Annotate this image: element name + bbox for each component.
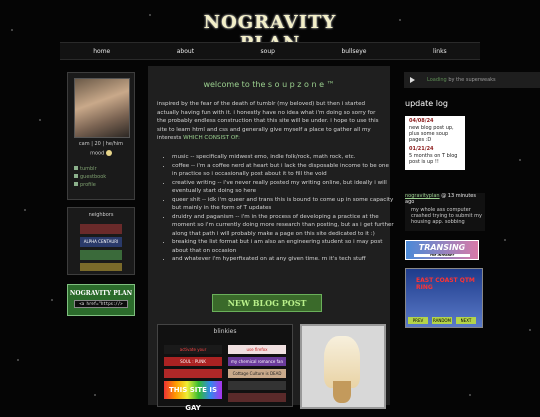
list-item: druidry and paganism -- i'm in the proce… <box>172 213 394 239</box>
webring: EAST COAST QTM RING PREV RANDOM NEXT <box>405 268 483 328</box>
intro-text: inspired by the fear of the death of tum… <box>157 101 379 141</box>
nav-soup[interactable]: soup <box>261 48 275 55</box>
profile-info: cam | 20 | he/him <box>78 141 124 147</box>
neighbor-button-2[interactable]: ALPHA CENTAURI <box>80 237 122 247</box>
guestbook-icon <box>74 174 78 178</box>
update-log-list: 04/08/24 new blog post up, plus some sou… <box>405 116 465 170</box>
status-text: my whole ass computer crashed trying to … <box>411 207 482 225</box>
profile-icon <box>74 182 78 186</box>
nav-about[interactable]: about <box>177 48 194 55</box>
track-info: Loading by the superweaks <box>427 77 496 83</box>
blinkie <box>164 369 222 378</box>
nav-links[interactable]: links <box>433 48 447 55</box>
list-item: music -- specifically midwest emo, indie… <box>172 153 394 162</box>
blinkie: activate your <box>164 345 222 354</box>
webring-prev-button[interactable]: PREV <box>408 317 428 324</box>
list-item: queer shit -- idk i'm queer and trans th… <box>172 196 394 213</box>
music-player: Loading by the superweaks <box>404 72 540 88</box>
blinkie: SOUL : PUNK <box>164 357 222 366</box>
transing-title: TRANSING <box>418 243 466 252</box>
status-cafe: nogravityplan @ 13 minutes ago my whole … <box>405 193 485 231</box>
tumblr-icon <box>74 166 78 170</box>
track-artist: by the superweaks <box>448 77 496 83</box>
profile-card: cam | 20 | he/him mood tumblr guestbook … <box>67 72 135 200</box>
mood-face-icon <box>105 150 112 156</box>
blinkie: Cottage Culture is DEAD <box>228 369 286 378</box>
profile-links: tumblr guestbook profile <box>74 165 106 189</box>
track-status: Loading <box>427 77 447 83</box>
update-date: 04/08/24 <box>409 118 434 124</box>
play-icon[interactable] <box>410 77 415 83</box>
welcome-heading: welcome to the s o u p z o n e ™ <box>203 80 335 89</box>
status-header: nogravityplan @ 13 minutes ago <box>405 193 485 205</box>
blinkie <box>228 393 286 402</box>
blinkie: THIS SITE IS GAY <box>164 381 222 412</box>
link-tumblr[interactable]: tumblr <box>74 165 106 173</box>
transing-button[interactable]: TRANSING THE INTERNET <box>405 240 479 260</box>
site-logo: NOGRAVITY PLAN <box>203 12 337 54</box>
blinkies-box: blinkies activate your use firefox SOUL … <box>157 324 293 412</box>
site-button[interactable]: NOGRAVITY PLAN <a href="https://> <box>67 284 135 316</box>
link-profile[interactable]: profile <box>74 181 106 189</box>
webring-next-button[interactable]: NEXT <box>456 317 476 324</box>
update-date: 01/21/24 <box>409 146 434 152</box>
interests-list: music -- specifically midwest emo, indie… <box>164 153 394 264</box>
neighbor-button-4[interactable] <box>80 263 122 271</box>
mood-label: mood <box>90 150 105 157</box>
update-text: 5 months on T blog post is up !! <box>409 153 458 165</box>
neighbors-box: neighbors ALPHA CENTAURI <box>67 207 135 275</box>
tooth-image <box>300 324 386 409</box>
nav-home[interactable]: home <box>93 48 110 55</box>
list-item: and whatever i'm hyperfixated on at any … <box>172 255 394 264</box>
tooth-root <box>333 381 351 403</box>
site-button-code[interactable]: <a href="https://> <box>74 300 128 308</box>
mood-row: mood <box>68 150 134 157</box>
consists-label: WHICH CONSIST OF: <box>183 135 240 141</box>
link-guestbook[interactable]: guestbook <box>74 173 106 181</box>
blinkies-title: blinkies <box>213 328 237 335</box>
avatar <box>74 78 130 138</box>
blinkie: use firefox <box>228 345 286 354</box>
transing-sub: THE INTERNET <box>414 254 470 257</box>
update-text: new blog post up, plus some soup pages :… <box>409 125 454 143</box>
update-log-title: update log <box>405 99 448 108</box>
main-nav: home about soup bullseye links <box>60 42 480 60</box>
webring-title: EAST COAST QTM RING <box>416 277 475 291</box>
site-button-title: NOGRAVITY PLAN <box>69 290 133 297</box>
new-blog-post-button[interactable]: NEW BLOG POST <box>212 294 322 312</box>
neighbor-button-1[interactable] <box>80 224 122 234</box>
blinkie: my chemical romance fan <box>228 357 286 366</box>
webring-random-button[interactable]: RANDOM <box>432 317 452 324</box>
blinkie <box>228 381 286 390</box>
nav-bullseye[interactable]: bullseye <box>341 48 366 55</box>
list-item: breaking the list format but i am also a… <box>172 238 394 255</box>
neighbor-button-3[interactable] <box>80 250 122 260</box>
neighbors-title: neighbors <box>88 212 114 218</box>
list-item: coffee -- i'm a coffee nerd at heart but… <box>172 162 394 179</box>
list-item: creative writing -- i've never really po… <box>172 179 394 196</box>
